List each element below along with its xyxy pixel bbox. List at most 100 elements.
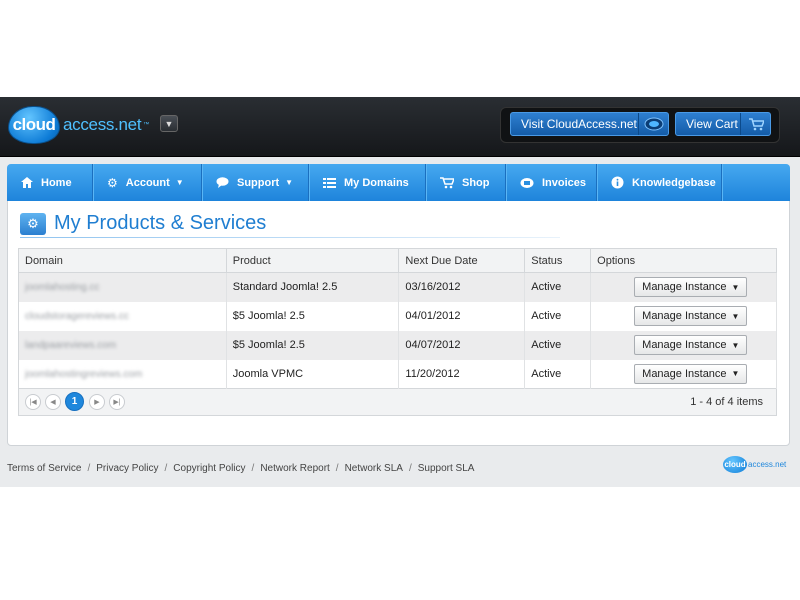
footer-link-network-sla[interactable]: Network SLA	[345, 463, 403, 474]
footer-logo[interactable]: cloud access.net	[723, 456, 786, 473]
footer-logo-text: access.net	[748, 460, 787, 469]
manage-instance-label: Manage Instance	[642, 310, 727, 322]
column-header-next-due-date[interactable]: Next Due Date	[398, 248, 526, 273]
nav-item-invoices[interactable]: Invoices	[506, 164, 597, 201]
first-page-icon: |◀	[29, 399, 37, 406]
chat-icon	[216, 177, 229, 188]
footer-separator: /	[408, 463, 412, 474]
nav-item-account[interactable]: ⚙ Account ▼	[93, 164, 202, 201]
first-page-button[interactable]: |◀	[25, 394, 41, 410]
nav-item-support[interactable]: Support ▼	[202, 164, 309, 201]
domain-cell[interactable]: joomlahostingreviews.com	[25, 369, 142, 380]
manage-instance-button[interactable]: Manage Instance ▼	[634, 363, 748, 384]
info-icon	[611, 176, 624, 189]
footer-link-copyright[interactable]: Copyright Policy	[173, 463, 245, 474]
domain-cell[interactable]: landpaareviews.com	[25, 340, 116, 351]
caret-down-icon: ▼	[731, 282, 740, 292]
footer-separator: /	[87, 463, 91, 474]
cart-icon	[740, 113, 770, 135]
visit-cloudaccess-button[interactable]: Visit CloudAccess.net	[510, 112, 669, 136]
table-row: joomlahostingreviews.com Joomla VPMC 11/…	[18, 359, 777, 389]
nav-item-label: Invoices	[542, 176, 587, 189]
due-date-cell: 04/01/2012	[398, 301, 526, 331]
footer-separator: /	[335, 463, 339, 474]
manage-instance-button[interactable]: Manage Instance ▼	[634, 306, 748, 326]
chevron-down-icon: ▼	[164, 118, 174, 129]
nav-item-label: My Domains	[344, 176, 409, 189]
footer-separator: /	[251, 463, 255, 474]
view-cart-button[interactable]: View Cart	[675, 112, 771, 136]
settings-gear-icon: ⚙	[20, 212, 46, 235]
cloud-icon	[638, 113, 668, 135]
footer-separator: /	[164, 463, 168, 474]
visit-button-label: Visit CloudAccess.net	[521, 117, 637, 131]
caret-down-icon: ▼	[285, 178, 294, 187]
last-page-button[interactable]: ▶|	[109, 394, 125, 410]
products-table: Domain Product Next Due Date Status Opti…	[18, 248, 777, 389]
status-cell: Active	[524, 301, 592, 331]
status-cell: Active	[524, 272, 592, 302]
logo[interactable]: cloud access.net ™	[8, 106, 149, 144]
nav-item-my-domains[interactable]: My Domains	[309, 164, 426, 201]
due-date-cell: 03/16/2012	[398, 272, 526, 302]
nav-item-label: Account	[125, 176, 170, 189]
last-page-icon: ▶|	[113, 399, 121, 406]
column-header-options: Options	[590, 248, 777, 273]
status-cell: Active	[524, 330, 592, 360]
column-header-domain[interactable]: Domain	[18, 248, 227, 273]
footer-link-support-sla[interactable]: Support SLA	[418, 463, 475, 474]
caret-down-icon: ▼	[731, 340, 740, 350]
domain-cell[interactable]: joomlahosting.cc	[25, 282, 99, 293]
table-row: landpaareviews.com $5 Joomla! 2.5 04/07/…	[18, 330, 777, 360]
product-cell: $5 Joomla! 2.5	[226, 301, 400, 331]
manage-instance-label: Manage Instance	[642, 281, 727, 294]
nav-item-label: Home	[41, 176, 72, 189]
status-cell: Active	[524, 359, 592, 389]
next-page-button[interactable]: ▶	[89, 394, 105, 410]
nav-item-label: Shop	[462, 176, 490, 189]
footer-link-network-report[interactable]: Network Report	[260, 463, 329, 474]
previous-page-button[interactable]: ◀	[45, 394, 61, 410]
due-date-cell: 11/20/2012	[398, 359, 526, 389]
previous-page-icon: ◀	[50, 399, 56, 406]
page-title: My Products & Services	[54, 212, 267, 234]
manage-instance-button[interactable]: Manage Instance ▼	[634, 277, 748, 298]
nav-item-knowledgebase[interactable]: Knowledgebase	[597, 164, 722, 201]
column-header-status[interactable]: Status	[524, 248, 592, 273]
product-cell: Standard Joomla! 2.5	[226, 272, 400, 302]
column-header-product[interactable]: Product	[226, 248, 400, 273]
footer-links: Terms of Service / Privacy Policy / Copy…	[7, 463, 474, 474]
invoice-icon	[520, 177, 534, 189]
table-row: cloudstoragereviews.cc $5 Joomla! 2.5 04…	[18, 301, 777, 331]
nav-item-label: Knowledgebase	[632, 176, 716, 189]
list-icon	[323, 177, 336, 188]
table-header-row: Domain Product Next Due Date Status Opti…	[18, 248, 777, 273]
footer-logo-bubble: cloud	[723, 456, 747, 473]
footer-link-privacy[interactable]: Privacy Policy	[96, 463, 158, 474]
manage-instance-label: Manage Instance	[642, 339, 727, 351]
view-cart-label: View Cart	[686, 117, 738, 131]
pager-info: 1 - 4 of 4 items	[690, 396, 763, 408]
caret-down-icon: ▼	[731, 369, 740, 379]
product-cell: $5 Joomla! 2.5	[226, 330, 400, 360]
logo-text: access.net	[63, 115, 142, 134]
site-switcher-dropdown[interactable]: ▼	[160, 115, 178, 132]
manage-instance-button[interactable]: Manage Instance ▼	[634, 335, 748, 355]
table-row: joomlahosting.cc Standard Joomla! 2.5 03…	[18, 272, 777, 302]
caret-down-icon: ▼	[731, 311, 740, 321]
pager: |◀ ◀ 1 ▶ ▶| 1 - 4 of 4 items	[18, 389, 777, 416]
main-nav: Home ⚙ Account ▼ Support ▼ My Domains Sh…	[7, 164, 790, 201]
due-date-cell: 04/07/2012	[398, 330, 526, 360]
current-page-button[interactable]: 1	[65, 392, 84, 411]
domain-cell[interactable]: cloudstoragereviews.cc	[25, 311, 129, 322]
current-page-number: 1	[71, 396, 78, 407]
cart-icon	[440, 176, 454, 189]
nav-item-home[interactable]: Home	[7, 164, 93, 201]
logo-bubble: cloud	[8, 106, 60, 144]
gear-icon: ⚙	[107, 175, 118, 190]
product-cell: Joomla VPMC	[226, 359, 400, 389]
title-divider	[20, 237, 560, 238]
caret-down-icon: ▼	[175, 178, 184, 187]
footer-link-terms[interactable]: Terms of Service	[7, 463, 81, 474]
nav-item-shop[interactable]: Shop	[426, 164, 506, 201]
